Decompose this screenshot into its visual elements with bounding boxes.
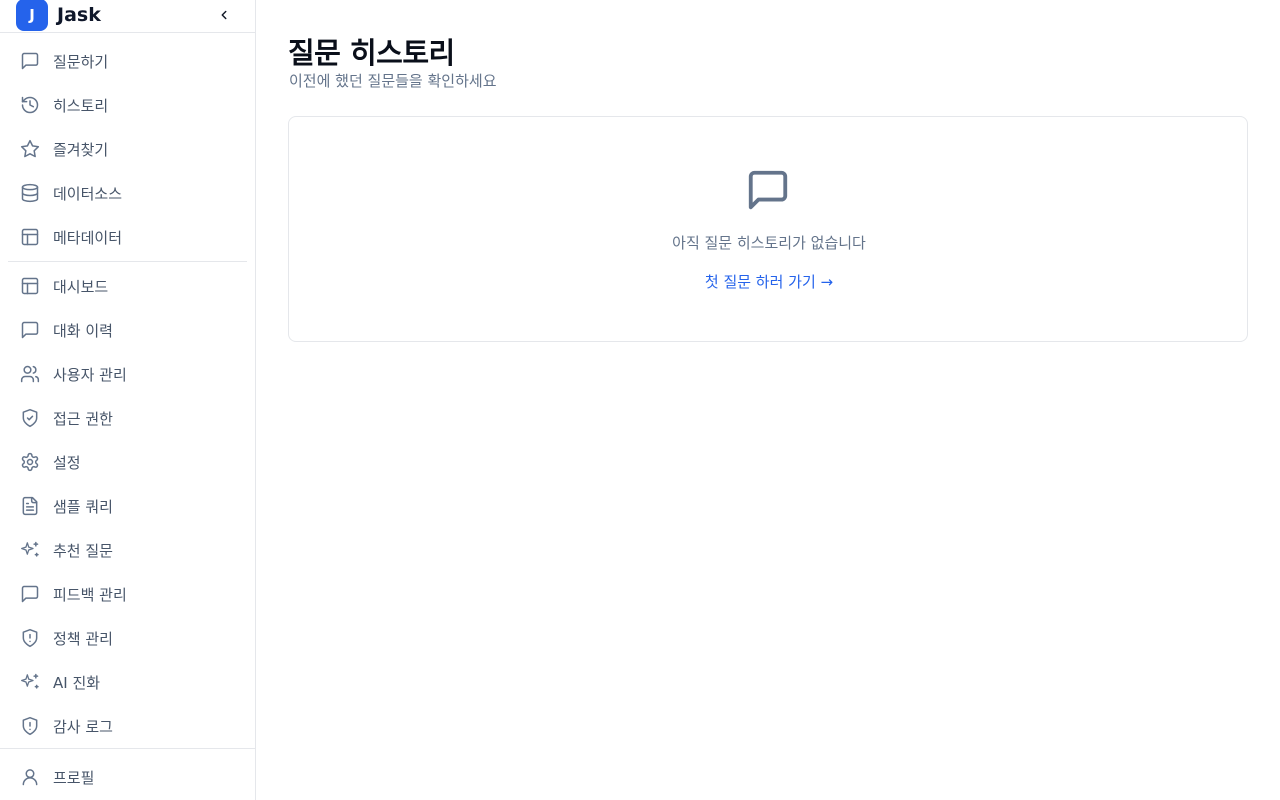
sidebar-item-label: 샘플 쿼리 [53,497,113,516]
database-icon [20,183,40,203]
sidebar-item[interactable]: 대시보드 [8,264,247,308]
sidebar-item[interactable]: 즐겨찾기 [8,127,247,171]
sidebar-item-label: 감사 로그 [53,717,113,736]
shield-alert-icon [20,716,40,736]
app-root: J Jask 질문하기히스토리즐겨찾기데이터소스메타데이터 대시보드대화 이력사… [0,0,1280,800]
shield-alert-icon [20,628,40,648]
brand-header: J Jask [0,0,255,33]
empty-state-card: 아직 질문 히스토리가 없습니다 첫 질문 하러 가기 → [288,116,1248,342]
gear-icon [20,452,40,472]
sidebar-item-label: 프로필 [53,768,95,787]
users-icon [20,364,40,384]
collapse-sidebar-button[interactable] [213,4,235,26]
sidebar-item-label: 즐겨찾기 [53,140,109,159]
message-square-icon [20,584,40,604]
sidebar: J Jask 질문하기히스토리즐겨찾기데이터소스메타데이터 대시보드대화 이력사… [0,0,256,800]
page-title: 질문 히스토리 [288,36,455,70]
sidebar-item[interactable]: 피드백 관리 [8,572,247,616]
empty-state-message: 아직 질문 히스토리가 없습니다 [672,234,866,252]
sidebar-item[interactable]: 메타데이터 [8,215,247,259]
sidebar-item[interactable]: 사용자 관리 [8,352,247,396]
sidebar-item[interactable]: 데이터소스 [8,171,247,215]
layout-icon [20,276,40,296]
sidebar-item-label: 피드백 관리 [53,585,127,604]
message-square-icon [748,170,788,210]
sidebar-item[interactable]: 접근 권한 [8,396,247,440]
sidebar-item[interactable]: 설정 [8,440,247,484]
star-icon [20,139,40,159]
sidebar-item[interactable]: 감사 로그 [8,704,247,748]
shield-check-icon [20,408,40,428]
sparkles-icon [20,540,40,560]
sidebar-item-label: 정책 관리 [53,629,113,648]
sidebar-item-label: 데이터소스 [53,184,123,203]
sidebar-admin-nav: 대시보드대화 이력사용자 관리접근 권한설정샘플 쿼리추천 질문피드백 관리정책… [0,262,255,748]
layout-icon [20,227,40,247]
sidebar-primary-nav: 질문하기히스토리즐겨찾기데이터소스메타데이터 [0,33,255,259]
sidebar-item[interactable]: 샘플 쿼리 [8,484,247,528]
file-text-icon [20,496,40,516]
sidebar-item-label: 설정 [53,453,81,472]
brand-logo[interactable]: J [16,0,48,31]
sidebar-item[interactable]: 질문하기 [8,39,247,83]
sidebar-item-label: AI 진화 [53,673,101,692]
sidebar-item[interactable]: 대화 이력 [8,308,247,352]
sidebar-item-label: 추천 질문 [53,541,113,560]
sidebar-item[interactable]: 추천 질문 [8,528,247,572]
sidebar-item-label: 대화 이력 [53,321,113,340]
brand-name: Jask [57,4,101,26]
sidebar-profile-nav: 프로필 [0,749,255,799]
sidebar-item[interactable]: AI 진화 [8,660,247,704]
message-square-icon [20,320,40,340]
sidebar-item-label: 접근 권한 [53,409,113,428]
history-icon [20,95,40,115]
chevron-left-icon [221,10,227,20]
sidebar-item[interactable]: 프로필 [8,755,247,799]
sidebar-item[interactable]: 정책 관리 [8,616,247,660]
sidebar-item-label: 질문하기 [53,52,109,71]
sidebar-item[interactable]: 히스토리 [8,83,247,127]
sidebar-item-label: 히스토리 [53,96,109,115]
first-question-link[interactable]: 첫 질문 하러 가기 → [289,271,1249,292]
sidebar-item-label: 메타데이터 [53,228,123,247]
sparkles-icon [20,672,40,692]
sidebar-item-label: 사용자 관리 [53,365,127,384]
page-subtitle: 이전에 했던 질문들을 확인하세요 [289,72,497,90]
user-icon [20,767,40,787]
message-square-icon [20,51,40,71]
sidebar-item-label: 대시보드 [53,277,109,296]
